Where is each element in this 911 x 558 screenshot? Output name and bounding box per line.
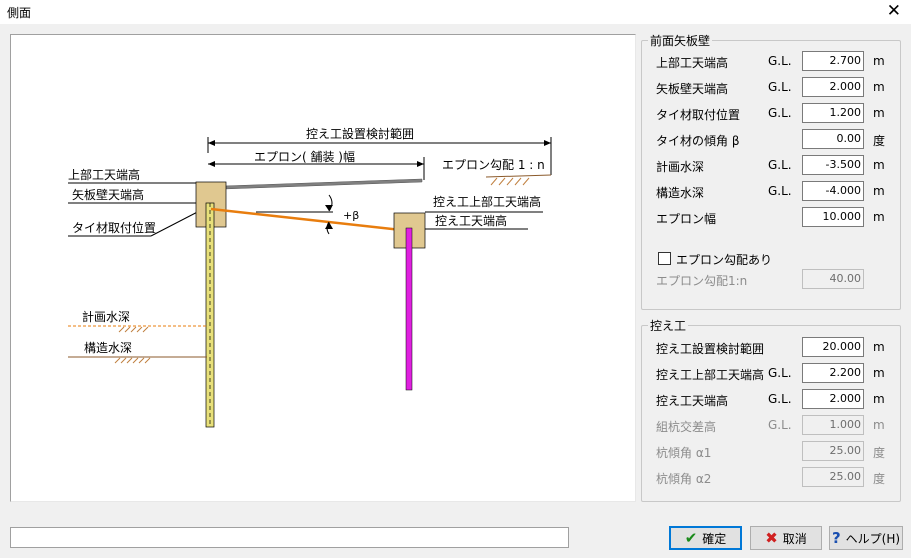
ok-button[interactable]: ✔ 確定 (669, 526, 742, 550)
window-title: 側面 (7, 6, 32, 20)
tie-position-input[interactable]: 1.200 (802, 103, 864, 123)
close-icon[interactable]: ✕ (887, 1, 901, 21)
anchor-crest-label: 控え工天端高 (435, 213, 507, 228)
structure-water-label: 構造水深 (84, 341, 132, 355)
field-design-depth: 計画水深 G.L. -3.500 m (642, 155, 900, 175)
sheet-top-input[interactable]: 2.000 (802, 77, 864, 97)
design-water-label: 計画水深 (82, 309, 130, 324)
front-wall-legend: 前面矢板壁 (648, 32, 713, 49)
side-view-diagram: 控え工設置検討範囲 エプロン( 舗装 )幅 エプロン勾配 1 : n 上部工天端… (68, 126, 552, 428)
check-icon: ✔ (684, 529, 698, 547)
apron-slope-label: エプロン勾配 1 : n (442, 158, 545, 172)
field-top-elev: 上部工天端高 G.L. 2.700 m (642, 51, 900, 71)
apron-slab (223, 178, 423, 190)
field-anchor-crest: 控え工天端高 G.L. 2.000 m (642, 389, 900, 409)
field-apron-slope: エプロン勾配1:n 40.00 (642, 269, 900, 289)
question-icon: ? (831, 529, 841, 547)
anchor-legend: 控え工 (648, 317, 689, 334)
status-bar (10, 527, 569, 548)
help-button-label: ヘルプ(H) (845, 531, 901, 546)
field-anchor-top: 控え工上部工天端高 G.L. 2.200 m (642, 363, 900, 383)
pile-cross-input: 1.000 (802, 415, 864, 435)
anchor-crest-input[interactable]: 2.000 (802, 389, 864, 409)
top-label: 上部工天端高 (68, 167, 140, 182)
structure-depth-input[interactable]: -4.000 (802, 181, 864, 201)
cancel-button-label: 取消 (782, 531, 807, 546)
front-wall-group: 前面矢板壁 上部工天端高 G.L. 2.700 m 矢板壁天端高 G.L. 2.… (641, 32, 901, 310)
checkbox-box[interactable] (658, 252, 671, 265)
cancel-button[interactable]: ✖ 取消 (750, 526, 822, 550)
sheet-top-label: 矢板壁天端高 (72, 187, 144, 202)
title-bar: 側面 ✕ (0, 0, 911, 24)
field-anchor-range: 控え工設置検討範囲 20.000 m (642, 337, 900, 357)
apron-slope-input: 40.00 (802, 269, 864, 289)
anchor-range-input[interactable]: 20.000 (802, 337, 864, 357)
field-apron-width: エプロン幅 10.000 m (642, 207, 900, 227)
top-elev-input[interactable]: 2.700 (802, 51, 864, 71)
field-pile-angle-1: 杭傾角 α1 25.00 度 (642, 441, 900, 461)
cross-icon: ✖ (765, 529, 778, 547)
beta-label: +β (343, 209, 359, 222)
tie-angle-input[interactable]: 0.00 (802, 129, 864, 149)
field-tie-position: タイ材取付位置 G.L. 1.200 m (642, 103, 900, 123)
help-button[interactable]: ? ヘルプ(H) (829, 526, 903, 550)
apron-width-label: エプロン( 舗装 )幅 (254, 149, 355, 164)
pile-angle-2-input: 25.00 (802, 467, 864, 487)
field-pile-angle-2: 杭傾角 α2 25.00 度 (642, 467, 900, 487)
field-structure-depth: 構造水深 G.L. -4.000 m (642, 181, 900, 201)
field-sheet-top: 矢板壁天端高 G.L. 2.000 m (642, 77, 900, 97)
design-depth-input[interactable]: -3.500 (802, 155, 864, 175)
ok-button-label: 確定 (702, 531, 727, 546)
anchor-top-label: 控え工上部工天端高 (433, 194, 541, 209)
apron-width-input[interactable]: 10.000 (802, 207, 864, 227)
field-pile-cross: 組杭交差高 G.L. 1.000 m (642, 415, 900, 435)
apron-slope-checkbox-label: エプロン勾配あり (676, 253, 773, 267)
range-label: 控え工設置検討範囲 (306, 126, 414, 141)
side-view-canvas: 控え工設置検討範囲 エプロン( 舗装 )幅 エプロン勾配 1 : n 上部工天端… (10, 34, 636, 502)
anchor-group: 控え工 控え工設置検討範囲 20.000 m 控え工上部工天端高 G.L. 2.… (641, 317, 901, 502)
field-tie-angle: タイ材の傾角 β 0.00 度 (642, 129, 900, 149)
pile-angle-1-input: 25.00 (802, 441, 864, 461)
tie-label: タイ材取付位置 (72, 220, 156, 235)
anchor-pile (405, 227, 413, 391)
anchor-top-input[interactable]: 2.200 (802, 363, 864, 383)
